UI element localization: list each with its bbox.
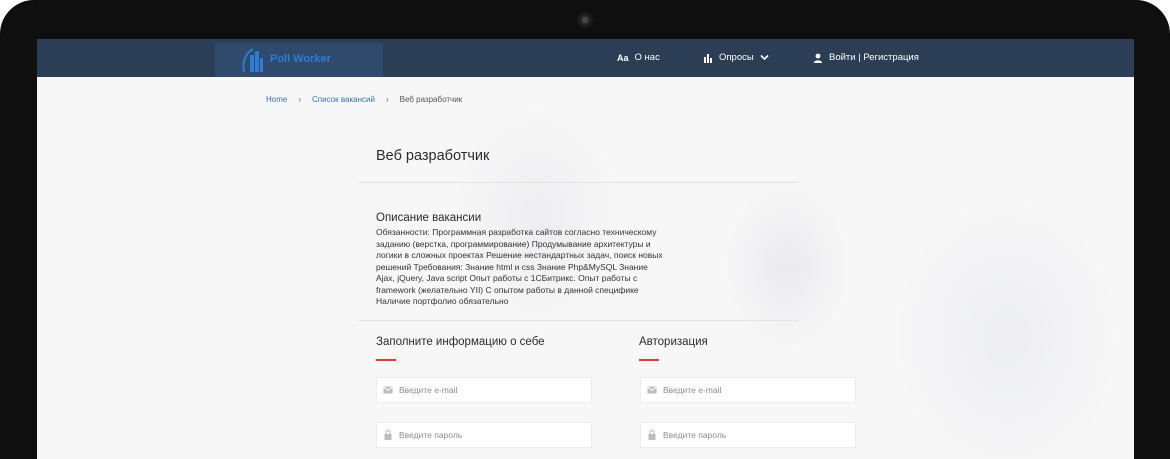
auth-email-input[interactable]	[663, 385, 843, 395]
auth-form-heading: Авторизация	[639, 336, 708, 348]
camera-icon	[577, 12, 593, 28]
page-title: Веб разработчик	[376, 148, 490, 164]
building-logo-icon	[242, 48, 263, 73]
nav-auth[interactable]: Войти | Регистрация	[813, 52, 919, 63]
auth-password-field[interactable]	[640, 422, 856, 448]
info-form-heading: Заполните информацию о себе	[376, 336, 545, 348]
description-heading: Описание вакансии	[376, 212, 482, 224]
device-bezel: Poll Worker Aa О нас Опросы Войти | Реги…	[0, 0, 1170, 459]
nav-about[interactable]: Aa О нас	[617, 52, 660, 63]
breadcrumb-separator: ›	[385, 95, 389, 104]
breadcrumb-current: Веб разработчик	[399, 95, 463, 104]
info-email-field[interactable]	[376, 377, 592, 403]
nav-polls[interactable]: Опросы	[703, 52, 769, 63]
logo[interactable]: Poll Worker	[215, 43, 383, 77]
nav-about-label: О нас	[634, 52, 660, 63]
envelope-icon	[377, 386, 399, 394]
chevron-down-icon	[760, 54, 769, 61]
auth-email-field[interactable]	[640, 377, 856, 403]
auth-password-input[interactable]	[663, 430, 843, 440]
navbar: Poll Worker Aa О нас Опросы Войти | Реги…	[37, 39, 1134, 77]
breadcrumb-vacancy-list[interactable]: Список вакансий	[312, 95, 375, 104]
nav-polls-label: Опросы	[719, 52, 754, 63]
bar-chart-icon	[704, 53, 712, 63]
logo-text: Poll Worker	[270, 53, 331, 65]
accent-underline	[639, 359, 659, 361]
info-password-field[interactable]	[376, 422, 592, 448]
accent-underline	[376, 359, 396, 361]
envelope-icon	[641, 386, 663, 394]
breadcrumb: Home › Список вакансий › Веб разработчик	[266, 95, 462, 104]
screen: Poll Worker Aa О нас Опросы Войти | Реги…	[37, 39, 1134, 459]
description-text: Обязанности: Программная разработка сайт…	[376, 227, 663, 306]
lock-icon	[641, 430, 663, 440]
info-password-input[interactable]	[399, 430, 579, 440]
divider	[358, 182, 798, 183]
font-icon: Aa	[617, 52, 629, 63]
nav-auth-label: Войти | Регистрация	[829, 52, 919, 63]
user-icon	[813, 53, 823, 63]
breadcrumb-home[interactable]: Home	[266, 95, 287, 104]
lock-icon	[377, 430, 399, 440]
breadcrumb-separator: ›	[298, 95, 302, 104]
info-email-input[interactable]	[399, 385, 579, 395]
divider	[358, 320, 798, 321]
